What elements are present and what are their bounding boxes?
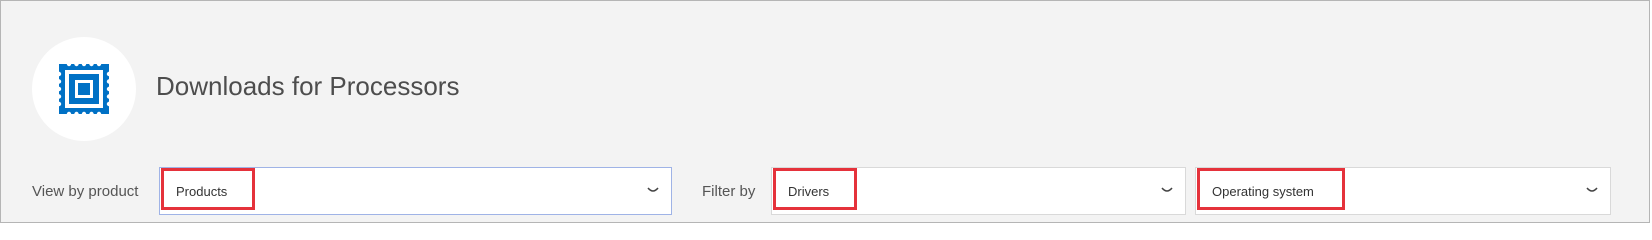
chevron-down-icon: [1161, 187, 1173, 192]
filter-type-select[interactable]: Drivers: [771, 167, 1186, 215]
processor-icon-badge: [32, 37, 136, 141]
operating-system-select-value: Operating system: [1197, 168, 1345, 210]
processor-chip-icon: [56, 61, 112, 117]
chevron-down-icon: [1586, 187, 1598, 192]
view-by-product-label: View by product: [32, 183, 139, 200]
filter-type-select-value: Drivers: [773, 168, 857, 210]
product-select-value: Products: [161, 168, 255, 210]
downloads-panel: Downloads for Processors View by product…: [0, 0, 1650, 223]
page-title: Downloads for Processors: [156, 71, 460, 101]
product-select[interactable]: Products: [159, 167, 672, 215]
chevron-down-icon: [647, 187, 659, 192]
filter-by-label: Filter by: [702, 183, 756, 200]
operating-system-select[interactable]: Operating system: [1195, 167, 1611, 215]
